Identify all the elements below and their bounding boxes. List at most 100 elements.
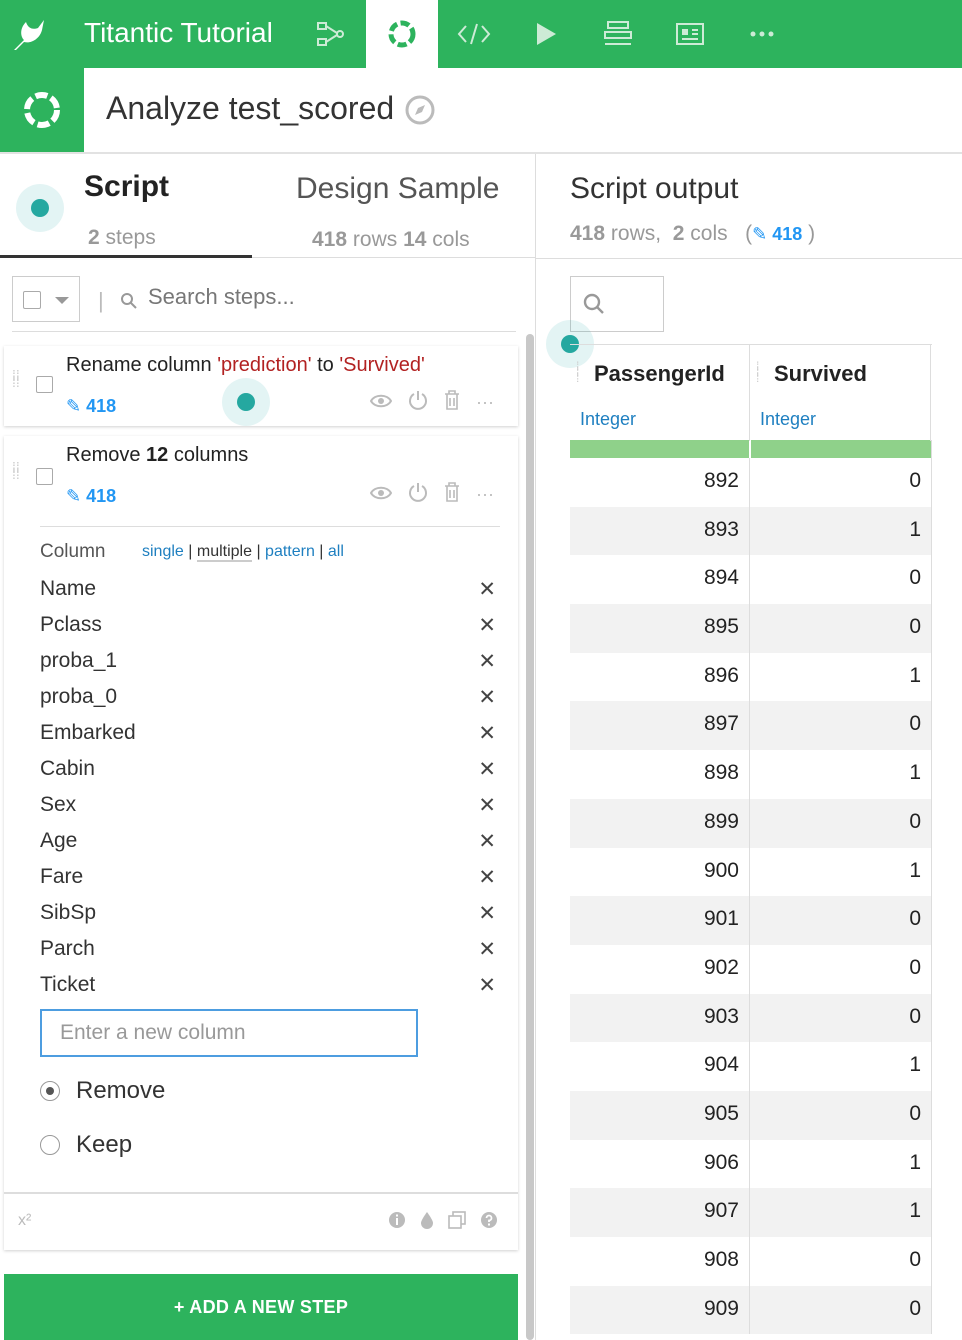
- cell-survived[interactable]: 0: [750, 799, 931, 848]
- cell-passengerid[interactable]: 900: [570, 847, 750, 897]
- steps-scrollbar[interactable]: [526, 334, 534, 1340]
- cell-survived[interactable]: 0: [750, 604, 931, 653]
- column-header-passengerid[interactable]: ⁞ ⁞ ⁞ PassengerId Integer: [570, 345, 750, 441]
- rows-badge[interactable]: ✎ 418: [66, 396, 116, 417]
- add-new-step-button[interactable]: + ADD A NEW STEP: [4, 1274, 518, 1340]
- cell-passengerid[interactable]: 898: [570, 750, 750, 799]
- cell-passengerid[interactable]: 909: [570, 1285, 750, 1335]
- rows-badge[interactable]: ✎ 418: [66, 486, 116, 507]
- cell-passengerid[interactable]: 896: [570, 652, 750, 702]
- close-icon[interactable]: ✕: [478, 829, 496, 854]
- tab-script[interactable]: Script 2 steps: [0, 154, 252, 258]
- trash-icon[interactable]: [444, 482, 460, 507]
- close-icon[interactable]: ✕: [478, 793, 496, 818]
- drag-handle-icon[interactable]: ⁞ ⁞ ⁞: [756, 360, 759, 384]
- flow-icon[interactable]: [310, 14, 350, 54]
- cell-passengerid[interactable]: 908: [570, 1237, 750, 1286]
- cell-survived[interactable]: 1: [750, 750, 931, 799]
- eye-icon[interactable]: [369, 484, 393, 505]
- cell-survived[interactable]: 0: [750, 945, 931, 994]
- close-icon[interactable]: ✕: [478, 685, 496, 710]
- info-icon[interactable]: [388, 1211, 406, 1234]
- step-checkbox[interactable]: [36, 468, 53, 485]
- eye-icon[interactable]: [369, 392, 393, 413]
- select-all-dropdown[interactable]: [12, 276, 80, 322]
- cell-passengerid[interactable]: 906: [570, 1139, 750, 1189]
- drag-handle-icon[interactable]: ⁞ ⁞ ⁞: [576, 360, 579, 384]
- close-icon[interactable]: ✕: [478, 721, 496, 746]
- hint-marker[interactable]: [222, 378, 270, 426]
- cell-passengerid[interactable]: 901: [570, 896, 750, 945]
- cell-survived[interactable]: 0: [750, 1286, 931, 1335]
- cell-survived[interactable]: 0: [750, 555, 931, 604]
- close-icon[interactable]: ✕: [478, 973, 496, 998]
- cell-survived[interactable]: 1: [750, 1188, 931, 1237]
- column-type[interactable]: Integer: [580, 409, 636, 430]
- compass-icon[interactable]: [404, 94, 436, 131]
- more-icon[interactable]: ···: [476, 392, 494, 413]
- cell-passengerid[interactable]: 894: [570, 555, 750, 605]
- cell-survived[interactable]: 1: [750, 1042, 931, 1091]
- search-steps-input[interactable]: Search steps...: [148, 284, 295, 310]
- project-title[interactable]: Titantic Tutorial: [84, 17, 273, 49]
- new-column-input[interactable]: Enter a new column: [40, 1009, 418, 1057]
- more-icon[interactable]: ···: [476, 484, 494, 505]
- cell-survived[interactable]: 1: [750, 507, 931, 556]
- power-icon[interactable]: [408, 390, 428, 415]
- recipe-nav-icon[interactable]: [366, 0, 438, 68]
- cell-passengerid[interactable]: 895: [570, 604, 750, 653]
- output-rows-badge[interactable]: ✎ 418: [752, 224, 802, 244]
- cell-passengerid[interactable]: 893: [570, 506, 750, 556]
- close-icon[interactable]: ✕: [478, 901, 496, 926]
- cell-passengerid[interactable]: 907: [570, 1188, 750, 1237]
- bird-logo-icon[interactable]: [10, 14, 50, 54]
- mode-all-link[interactable]: all: [328, 543, 344, 560]
- cell-passengerid[interactable]: 897: [570, 701, 750, 751]
- close-icon[interactable]: ✕: [478, 649, 496, 674]
- close-icon[interactable]: ✕: [478, 865, 496, 890]
- cell-survived[interactable]: 1: [750, 653, 931, 702]
- radio-keep[interactable]: [40, 1135, 60, 1155]
- code-icon[interactable]: [454, 14, 494, 54]
- step-card-rename[interactable]: ⁞⁞ ⁞⁞ Rename column 'prediction' to 'Surv…: [4, 346, 518, 426]
- cell-survived[interactable]: 0: [750, 1237, 931, 1286]
- mode-single-link[interactable]: single: [142, 543, 184, 560]
- cell-passengerid[interactable]: 902: [570, 944, 750, 994]
- cell-passengerid[interactable]: 903: [570, 993, 750, 1043]
- hint-marker[interactable]: [16, 184, 64, 232]
- cell-survived[interactable]: 1: [750, 1140, 931, 1189]
- formula-icon[interactable]: x²: [18, 1212, 31, 1230]
- cell-survived[interactable]: 1: [750, 848, 931, 897]
- cell-passengerid[interactable]: 899: [570, 798, 750, 848]
- help-icon[interactable]: [480, 1211, 498, 1234]
- close-icon[interactable]: ✕: [478, 757, 496, 782]
- close-icon[interactable]: ✕: [478, 577, 496, 602]
- cell-passengerid[interactable]: 905: [570, 1090, 750, 1140]
- drag-handle-icon[interactable]: ⁞⁞ ⁞⁞: [12, 368, 22, 389]
- column-type[interactable]: Integer: [760, 409, 816, 430]
- drop-icon[interactable]: [420, 1211, 434, 1234]
- cell-passengerid[interactable]: 904: [570, 1042, 750, 1091]
- power-icon[interactable]: [408, 482, 428, 507]
- more-icon[interactable]: [742, 14, 782, 54]
- dashboard-icon[interactable]: [670, 14, 710, 54]
- close-icon[interactable]: ✕: [478, 937, 496, 962]
- cell-passengerid[interactable]: 892: [570, 458, 750, 507]
- column-header-survived[interactable]: ⁞ ⁞ ⁞ Survived Integer: [750, 345, 931, 441]
- select-all-checkbox[interactable]: [23, 291, 41, 309]
- copy-icon[interactable]: [448, 1211, 466, 1234]
- chevron-down-icon[interactable]: [55, 297, 69, 304]
- trash-icon[interactable]: [444, 390, 460, 415]
- run-icon[interactable]: [526, 14, 566, 54]
- radio-remove[interactable]: [40, 1081, 60, 1101]
- close-icon[interactable]: ✕: [478, 613, 496, 638]
- mode-pattern-link[interactable]: pattern: [265, 543, 315, 560]
- cell-survived[interactable]: 0: [750, 458, 931, 507]
- cell-survived[interactable]: 0: [750, 1091, 931, 1140]
- cell-survived[interactable]: 0: [750, 896, 931, 945]
- drag-handle-icon[interactable]: ⁞⁞ ⁞⁞: [12, 460, 22, 481]
- cell-survived[interactable]: 0: [750, 994, 931, 1043]
- mode-multiple-link[interactable]: multiple: [196, 543, 252, 562]
- cell-survived[interactable]: 0: [750, 701, 931, 750]
- jobs-icon[interactable]: [598, 14, 638, 54]
